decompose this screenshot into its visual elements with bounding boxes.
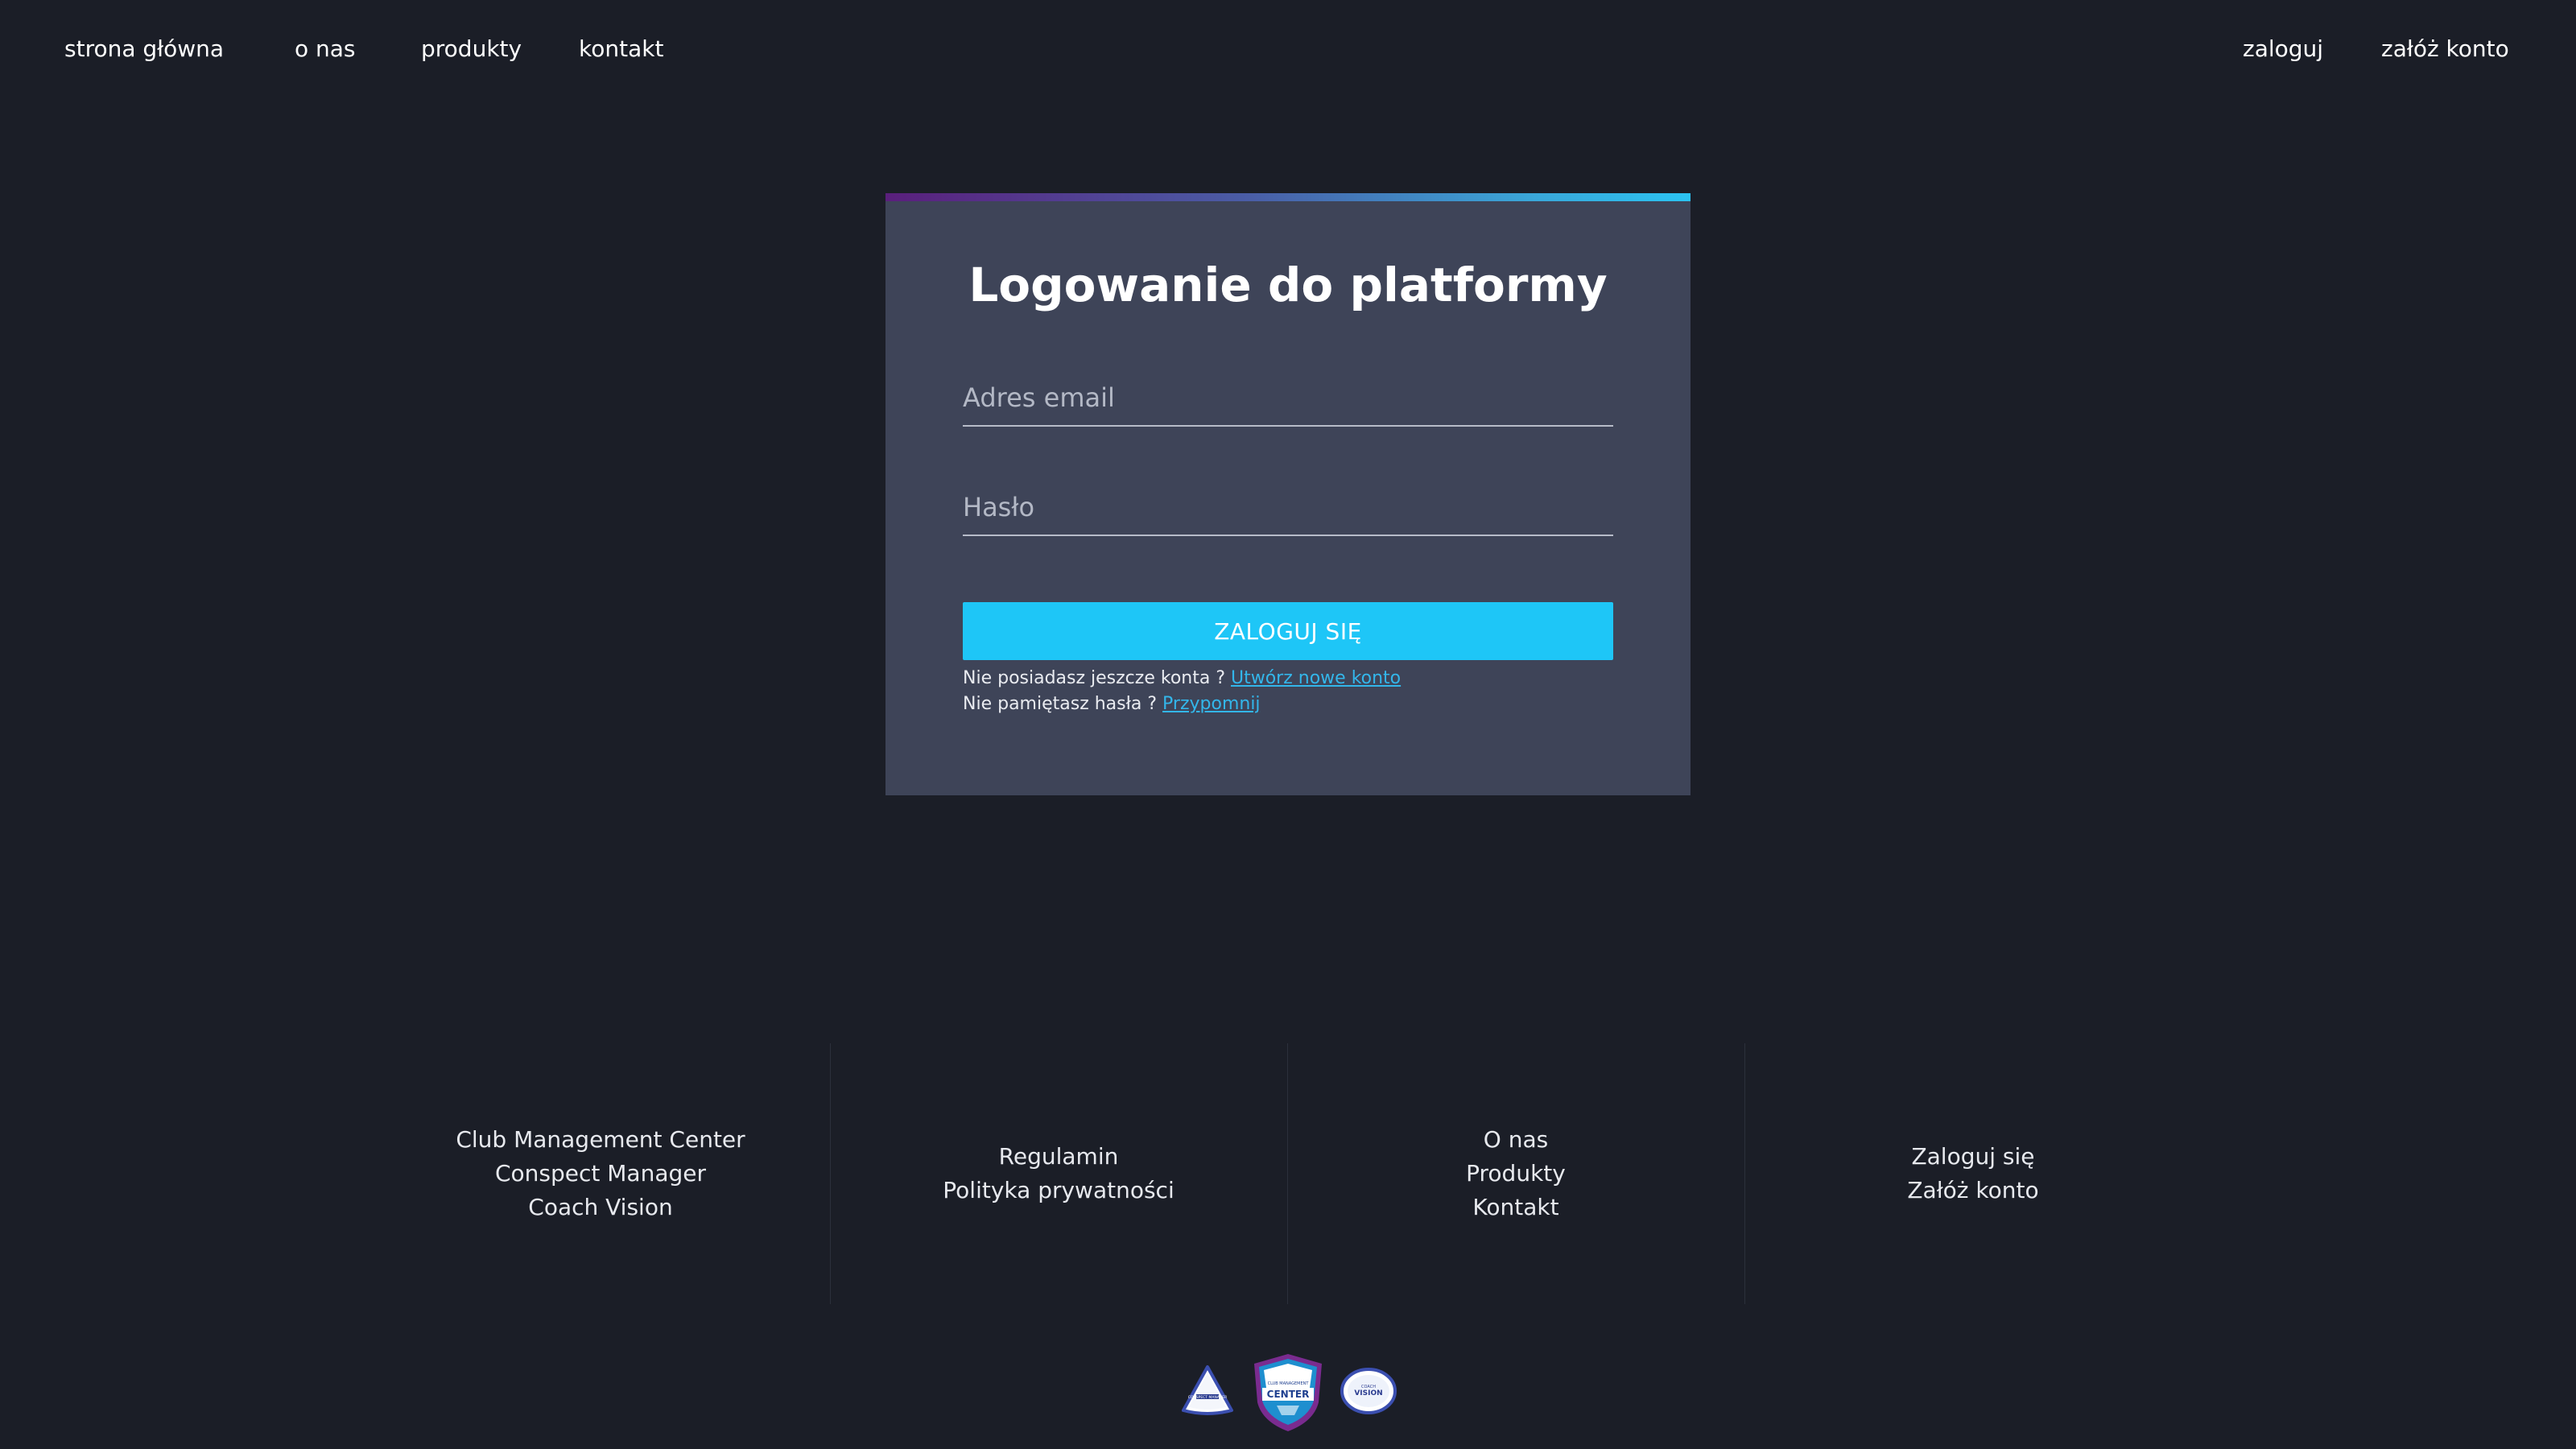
- nav-link-contact[interactable]: kontakt: [579, 35, 663, 62]
- footer-link-products[interactable]: Produkty: [1466, 1157, 1566, 1191]
- login-card: Logowanie do platformy ZALOGUJ SIĘ Nie p…: [886, 193, 1690, 795]
- email-field[interactable]: [963, 370, 1613, 427]
- login-submit-button[interactable]: ZALOGUJ SIĘ: [963, 602, 1613, 660]
- svg-text:CONSPECT MANAGER: CONSPECT MANAGER: [1188, 1395, 1228, 1400]
- footer-company-column: O nas Produkty Kontakt: [1287, 1043, 1744, 1304]
- club-management-center-logo-icon[interactable]: CLUB MANAGEMENT CENTER: [1251, 1352, 1325, 1433]
- top-nav: strona główna o nas produkty kontakt zal…: [0, 0, 2576, 103]
- nav-link-about[interactable]: o nas: [295, 35, 356, 62]
- nav-link-home[interactable]: strona główna: [64, 35, 224, 62]
- forgot-password-text: Nie pamiętasz hasła ?: [963, 694, 1158, 714]
- svg-text:VISION: VISION: [1354, 1389, 1382, 1397]
- footer-link-contact[interactable]: Kontakt: [1472, 1191, 1558, 1224]
- card-gradient-bar: [886, 193, 1690, 201]
- nav-link-login[interactable]: zaloguj: [2243, 35, 2323, 62]
- footer-link-terms[interactable]: Regulamin: [999, 1140, 1119, 1174]
- footer-link-privacy[interactable]: Polityka prywatności: [943, 1174, 1174, 1208]
- password-field[interactable]: [963, 480, 1613, 536]
- forgot-password-line: Nie pamiętasz hasła ? Przypomnij: [963, 694, 1261, 714]
- no-account-text: Nie posiadasz jeszcze konta ?: [963, 668, 1225, 688]
- footer-products-column: Club Management Center Conspect Manager …: [372, 1043, 829, 1304]
- footer-link-conspect-manager[interactable]: Conspect Manager: [495, 1157, 706, 1191]
- nav-link-register[interactable]: załóż konto: [2381, 35, 2509, 62]
- conspect-manager-logo-icon[interactable]: CONSPECT MANAGER: [1180, 1364, 1235, 1415]
- footer-link-club-management-center[interactable]: Club Management Center: [456, 1123, 745, 1157]
- footer-link-login[interactable]: Zaloguj się: [1911, 1140, 2034, 1174]
- footer-link-about[interactable]: O nas: [1484, 1123, 1548, 1157]
- login-title: Logowanie do platformy: [968, 258, 1608, 312]
- svg-text:CENTER: CENTER: [1267, 1389, 1310, 1400]
- create-account-link[interactable]: Utwórz nowe konto: [1231, 668, 1401, 688]
- no-account-line: Nie posiadasz jeszcze konta ? Utwórz now…: [963, 668, 1401, 688]
- product-badges: CONSPECT MANAGER CLUB MANAGEMENT CENTER …: [0, 1352, 2576, 1433]
- footer-legal-column: Regulamin Polityka prywatności: [830, 1043, 1287, 1304]
- footer-link-register[interactable]: Załóż konto: [1907, 1174, 2038, 1208]
- svg-text:CLUB MANAGEMENT: CLUB MANAGEMENT: [1268, 1381, 1310, 1386]
- footer-account-column: Zaloguj się Załóż konto: [1744, 1043, 2202, 1304]
- footer-link-coach-vision[interactable]: Coach Vision: [528, 1191, 672, 1224]
- coach-vision-logo-icon[interactable]: COACH VISION: [1340, 1367, 1397, 1415]
- nav-link-products[interactable]: produkty: [421, 35, 522, 62]
- remind-password-link[interactable]: Przypomnij: [1162, 694, 1261, 714]
